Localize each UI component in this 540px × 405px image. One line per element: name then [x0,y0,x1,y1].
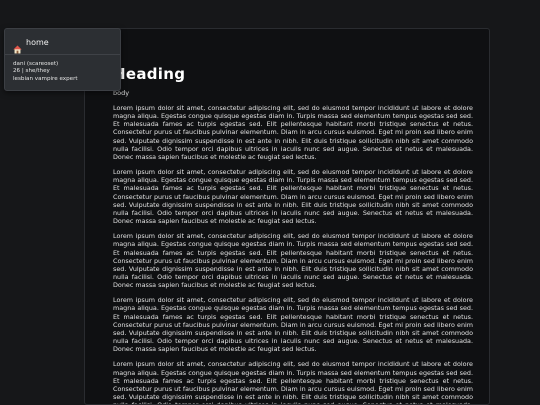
body-paragraph: Lorem ipsum dolor sit amet, consectetur … [113,232,473,290]
profile-name: dani (scareoset) [13,61,59,67]
home-link[interactable]: home [13,38,49,53]
profile-age-pronouns: 26 | she/they [13,68,50,75]
body-paragraph: Lorem ipsum dolor sit amet, consectetur … [113,360,473,404]
profile-info: dani (scareoset) 26 | she/they lesbian v… [13,61,78,83]
body-paragraph: Lorem ipsum dolor sit amet, consectetur … [113,296,473,354]
body-paragraph: Lorem ipsum dolor sit amet, consectetur … [113,168,473,226]
main-content-panel: Heading body Lorem ipsum dolor sit amet,… [84,28,490,405]
article: Heading body Lorem ipsum dolor sit amet,… [113,64,473,404]
profile-card: home dani (scareoset) 26 | she/they lesb… [4,28,121,91]
card-divider [5,54,120,55]
home-label: home [26,38,49,47]
body-paragraph: Lorem ipsum dolor sit amet, consectetur … [113,104,473,161]
page-heading: Heading [113,65,186,83]
profile-tagline: lesbian vampire expert [13,75,78,82]
body-label: body [113,89,130,97]
home-icon [13,39,22,53]
